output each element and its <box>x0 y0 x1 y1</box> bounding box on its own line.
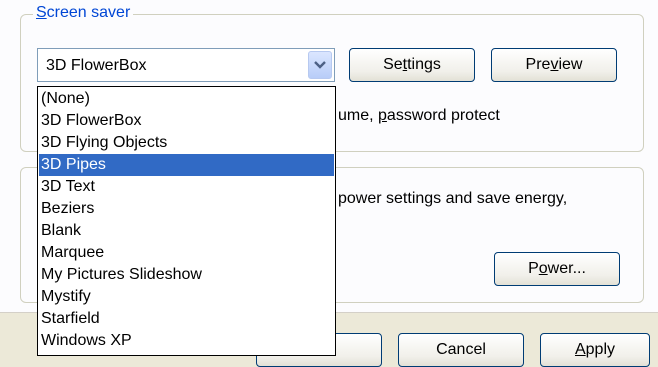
power-button[interactable]: Power... <box>494 252 620 286</box>
dropdown-option[interactable]: My Pictures Slideshow <box>39 264 334 286</box>
screen-saver-options-text: ume, password protect <box>338 107 500 124</box>
screen-saver-selected-value: 3D FlowerBox <box>46 57 147 74</box>
screen-saver-dropdown-list[interactable]: (None) 3D FlowerBox 3D Flying Objects 3D Pi… <box>37 86 336 356</box>
dropdown-option[interactable]: (None) <box>39 88 334 110</box>
preview-button[interactable]: Preview <box>491 48 617 82</box>
dropdown-option[interactable]: 3D FlowerBox <box>39 110 334 132</box>
dropdown-option[interactable]: 3D Text <box>39 176 334 198</box>
dropdown-option[interactable]: Blank <box>39 220 334 242</box>
dropdown-option[interactable]: Mystify <box>39 286 334 308</box>
dropdown-option[interactable]: 3D Pipes <box>39 154 334 176</box>
apply-button[interactable]: Apply <box>540 333 650 367</box>
chevron-down-icon <box>314 61 326 69</box>
dropdown-arrow-button[interactable] <box>308 51 332 79</box>
dropdown-option[interactable]: Windows XP <box>39 330 334 352</box>
dropdown-option[interactable]: 3D Flying Objects <box>39 132 334 154</box>
screen-saver-group-label: Screen saver <box>33 3 134 23</box>
settings-button[interactable]: Settings <box>349 48 475 82</box>
dropdown-option[interactable]: Beziers <box>39 198 334 220</box>
screen-saver-select[interactable]: 3D FlowerBox <box>37 48 335 82</box>
dropdown-option[interactable]: Starfield <box>39 308 334 330</box>
power-description: power settings and save energy, <box>338 190 568 207</box>
dropdown-option[interactable]: Marquee <box>39 242 334 264</box>
cancel-button[interactable]: Cancel <box>398 333 524 367</box>
